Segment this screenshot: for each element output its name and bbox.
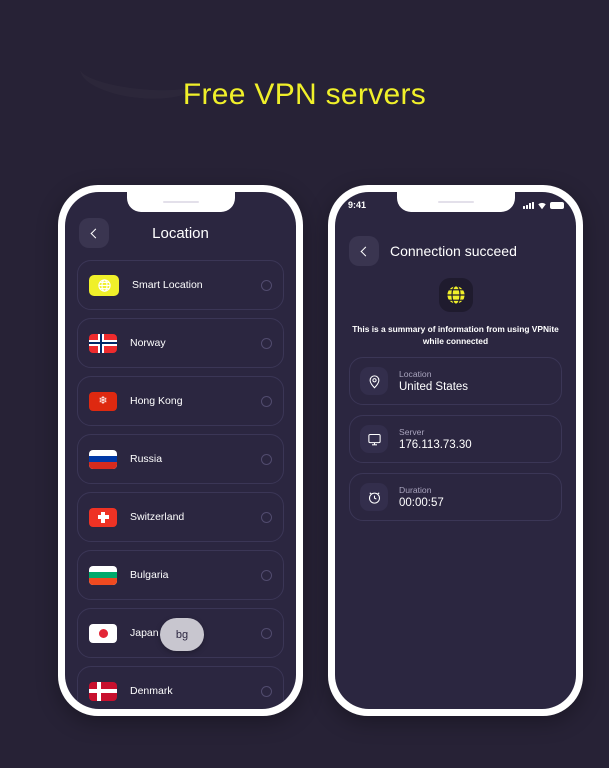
back-button[interactable] bbox=[349, 236, 379, 266]
radio-button[interactable] bbox=[261, 569, 272, 581]
info-texts: Server 176.113.73.30 bbox=[399, 427, 472, 451]
status-icons bbox=[523, 201, 564, 210]
monitor-icon bbox=[360, 425, 388, 454]
radio-button[interactable] bbox=[261, 395, 272, 407]
radio-button[interactable] bbox=[261, 511, 272, 523]
map-pin-icon bbox=[360, 367, 388, 396]
list-item-bulgaria[interactable]: Bulgaria bbox=[77, 550, 284, 600]
info-label: Server bbox=[399, 427, 425, 438]
flag-japan-icon bbox=[89, 623, 117, 643]
list-item-norway[interactable]: Norway bbox=[77, 318, 284, 368]
list-item-russia[interactable]: Russia bbox=[77, 434, 284, 484]
list-item-label: Norway bbox=[130, 337, 166, 349]
status-bar: 9:41 bbox=[335, 192, 576, 214]
radio-button[interactable] bbox=[261, 337, 272, 349]
notch-speaker bbox=[162, 201, 199, 203]
list-item-switzerland[interactable]: Switzerland bbox=[77, 492, 284, 542]
screen-title: Connection succeed bbox=[390, 243, 517, 259]
list-item-label: Russia bbox=[130, 453, 163, 465]
info-texts: Duration 00:00:57 bbox=[399, 485, 444, 509]
list-item-label: Smart Location bbox=[132, 279, 203, 291]
flag-denmark-icon bbox=[89, 681, 117, 701]
list-item-label: Hong Kong bbox=[130, 395, 183, 407]
info-value: United States bbox=[399, 381, 469, 394]
radio-button[interactable] bbox=[261, 627, 272, 639]
info-label: Duration bbox=[399, 485, 432, 496]
wifi-icon bbox=[538, 202, 546, 209]
list-item-smart-location[interactable]: Smart Location bbox=[77, 260, 284, 310]
info-value: 00:00:57 bbox=[399, 497, 444, 510]
chevron-left-icon bbox=[360, 246, 371, 256]
battery-icon bbox=[550, 201, 564, 209]
globe-icon bbox=[89, 274, 119, 296]
phone-mockup-connection: 9:41 Connection succeed This is a summar… bbox=[328, 185, 583, 716]
list-item-hong-kong[interactable]: ❄ Hong Kong bbox=[77, 376, 284, 426]
radio-button[interactable] bbox=[261, 453, 272, 465]
page-root: Free VPN servers Location Smart Location… bbox=[0, 0, 609, 768]
location-header: Location bbox=[65, 218, 296, 248]
flag-russia-icon bbox=[89, 449, 117, 469]
list-item-label: Bulgaria bbox=[130, 569, 169, 581]
flag-hong-kong-icon: ❄ bbox=[89, 391, 117, 411]
info-card-server[interactable]: Server 176.113.73.30 bbox=[349, 415, 562, 464]
connection-screen: 9:41 Connection succeed This is a summar… bbox=[335, 192, 576, 709]
screen-title: Location bbox=[152, 224, 209, 242]
flag-norway-icon bbox=[89, 333, 117, 353]
info-label: Location bbox=[399, 369, 432, 380]
radio-button[interactable] bbox=[261, 685, 272, 697]
list-item-denmark[interactable]: Denmark bbox=[77, 666, 284, 709]
list-item-label: Switzerland bbox=[130, 511, 185, 523]
signal-bars-icon bbox=[523, 201, 534, 209]
phone-notch bbox=[126, 192, 235, 212]
connection-body: This is a summary of information from us… bbox=[335, 278, 576, 522]
alarm-clock-icon bbox=[360, 483, 388, 512]
bg-overlay-badge[interactable]: bg bbox=[160, 618, 204, 651]
info-card-duration[interactable]: Duration 00:00:57 bbox=[349, 473, 562, 522]
connection-header: Connection succeed bbox=[335, 236, 576, 266]
radio-button[interactable] bbox=[261, 279, 272, 291]
list-item-label: Denmark bbox=[130, 685, 173, 697]
globe-icon bbox=[438, 278, 473, 312]
flag-switzerland-icon bbox=[89, 507, 117, 527]
summary-text: This is a summary of information from us… bbox=[352, 324, 559, 347]
page-title: Free VPN servers bbox=[182, 78, 427, 111]
info-texts: Location United States bbox=[399, 369, 468, 393]
flag-bulgaria-icon bbox=[89, 565, 117, 585]
info-value: 176.113.73.30 bbox=[399, 439, 472, 452]
status-time: 9:41 bbox=[348, 200, 367, 210]
info-card-location[interactable]: Location United States bbox=[349, 357, 562, 406]
